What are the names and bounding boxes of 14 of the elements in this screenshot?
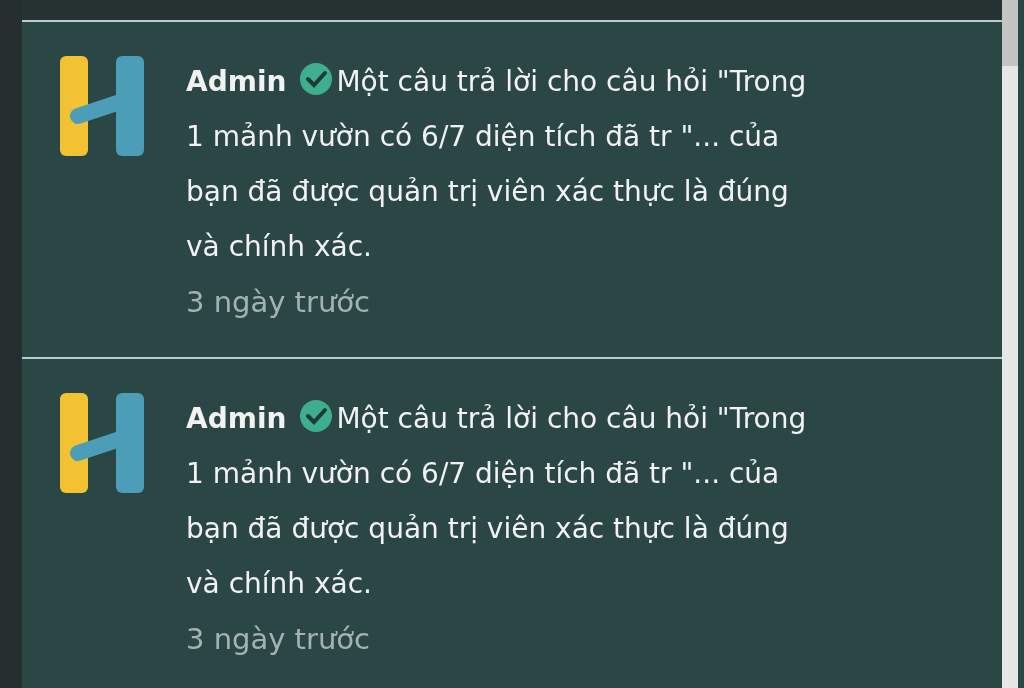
scrollbar[interactable]	[1002, 0, 1018, 688]
message-line: Một câu trả lời cho câu hỏi "Trong	[336, 65, 807, 98]
scroll-thumb[interactable]	[1002, 0, 1018, 66]
author-name: Admin	[186, 65, 287, 98]
message-line: và chính xác.	[186, 567, 372, 600]
message-line: 1 mảnh vườn có 6/7 diện tích đã tr "... của	[186, 457, 780, 490]
message-line: bạn đã được quản trị viên xác thực là đúng	[186, 512, 789, 545]
author-name: Admin	[186, 402, 287, 435]
timestamp: 3 ngày trước	[186, 621, 371, 658]
timestamp: 3 ngày trước	[186, 284, 371, 321]
message-line: bạn đã được quản trị viên xác thực là đúng	[186, 175, 789, 208]
message-line: Một câu trả lời cho câu hỏi "Trong	[336, 402, 807, 435]
message-line: 1 mảnh vườn có 6/7 diện tích đã tr "... của	[186, 120, 780, 153]
message-line: và chính xác.	[186, 230, 372, 263]
